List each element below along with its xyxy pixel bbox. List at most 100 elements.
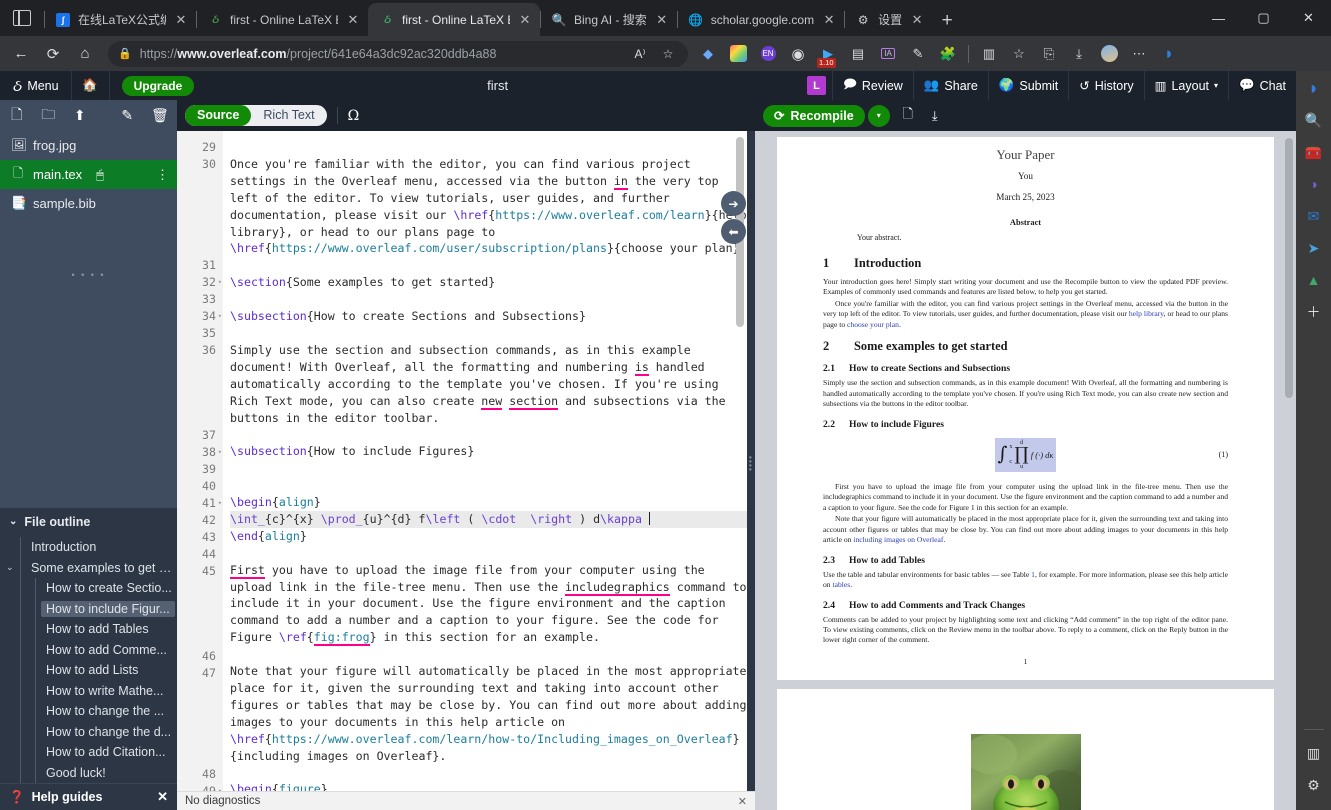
review-button[interactable]: 🗩 Review [831, 71, 913, 100]
gear-icon[interactable]: ⚙ [1301, 772, 1327, 798]
outlook-icon[interactable]: ✉ [1301, 203, 1327, 229]
shield-icon[interactable]: ◆ [694, 40, 722, 68]
video-icon[interactable]: ▶ 1.10 [814, 40, 842, 68]
window-close-button[interactable]: ✕ [1286, 1, 1331, 35]
download-pdf-icon[interactable]: ⤓ [926, 108, 944, 124]
close-icon[interactable]: ✕ [738, 795, 747, 808]
home-button[interactable]: 🏠 [72, 71, 110, 100]
tab-close-icon[interactable]: ✕ [345, 12, 361, 28]
outline-item-add-comments[interactable]: How to add Comme... [0, 639, 177, 661]
split-screen-icon[interactable]: ▥ [975, 40, 1003, 68]
office-icon[interactable]: ◑ [1301, 171, 1327, 197]
telegram-icon[interactable]: ➤ [1301, 235, 1327, 261]
minimize-button[interactable]: — [1196, 1, 1241, 35]
history-button[interactable]: ↺ History [1068, 71, 1143, 100]
code-line-33[interactable] [230, 291, 747, 308]
outline-item-write-mathematics[interactable]: How to write Mathe... [0, 680, 177, 702]
pdf-vertical-scrollbar[interactable] [1285, 138, 1293, 398]
symbol-palette-button[interactable]: Ω [348, 108, 360, 124]
code-line-36[interactable]: Simply use the section and subsection co… [230, 342, 747, 427]
pdf-link-including-images[interactable]: including images on Overleaf [853, 535, 943, 544]
chat-button[interactable]: 💬 Chat [1228, 71, 1296, 100]
translate-icon[interactable]: EN [754, 40, 782, 68]
help-guides-bar[interactable]: ❓ Help guides ✕ [0, 783, 177, 810]
code-line-44[interactable] [230, 545, 747, 562]
outline-item-add-tables[interactable]: How to add Tables [0, 619, 177, 640]
collections-icon[interactable]: ▤ [844, 40, 872, 68]
split-screen-icon[interactable]: ▥ [1301, 740, 1327, 766]
code-line-32[interactable]: \section{Some examples to get started} [230, 274, 747, 291]
home-button[interactable]: ⌂ [70, 40, 100, 68]
editor-pdf-splitter[interactable]: • • • • ➔ ⬅ [721, 131, 755, 791]
code-line-48[interactable] [230, 765, 747, 782]
tab-close-icon[interactable]: ✕ [654, 12, 670, 28]
code-line-39[interactable] [230, 460, 747, 477]
new-file-icon[interactable]: 🗋 [9, 104, 25, 128]
tab-close-icon[interactable]: ✕ [821, 12, 837, 28]
delete-icon[interactable]: 🗑 [151, 107, 169, 124]
profile-icon[interactable] [1095, 40, 1123, 68]
file-item-sample-bib[interactable]: 📑 sample.bib [0, 189, 177, 218]
pen-icon[interactable]: ✎ [904, 40, 932, 68]
outline-item-change-the-2[interactable]: How to change the d... [0, 721, 177, 743]
fold-caret-icon[interactable]: ▾ [218, 783, 222, 791]
ia-icon[interactable]: IA [874, 40, 902, 68]
rename-icon[interactable]: ✎ [120, 107, 136, 124]
outline-item-good-luck[interactable]: Good luck! [0, 762, 177, 784]
outline-item-create-sections[interactable]: How to create Sectio... [0, 578, 177, 599]
downloads-icon[interactable]: ⤓ [1065, 40, 1093, 68]
dropbox-icon[interactable]: ▲ [1301, 267, 1327, 293]
colors-icon[interactable] [724, 40, 752, 68]
fold-caret-icon[interactable]: ▾ [218, 444, 222, 461]
browser-tab-4[interactable]: 🌐 scholar.google.com ✕ [676, 3, 844, 36]
code-line-35[interactable] [230, 325, 747, 342]
browser-tab-5[interactable]: ⚙ 设置 ✕ [844, 3, 932, 36]
tools-icon[interactable]: 🧰 [1301, 139, 1327, 165]
favorites-list-icon[interactable]: ☆ [1005, 40, 1033, 68]
new-folder-icon[interactable]: 🗀 [41, 104, 57, 128]
outline-item-include-figures[interactable]: How to include Figur... [0, 598, 177, 620]
log-file-icon[interactable]: 🗋 [899, 105, 917, 127]
collections-add-icon[interactable]: ⎘ [1035, 40, 1063, 68]
tab-close-icon[interactable]: ✕ [909, 12, 925, 28]
code-line-34[interactable]: \subsection{How to create Sections and S… [230, 308, 747, 325]
new-tab-button[interactable]: + [932, 6, 962, 36]
code-content[interactable]: Once you're familiar with the editor, yo… [223, 131, 747, 791]
upgrade-button[interactable]: Upgrade [121, 75, 195, 96]
read-aloud-icon[interactable]: A⁾ [630, 40, 650, 68]
copilot-icon[interactable]: ◗ [1301, 75, 1327, 101]
browser-tab-1[interactable]: ઠ first - Online LaTeX Editor O ✕ [196, 3, 368, 36]
code-line-42[interactable]: \int_{c}^{x} \prod_{u}^{d} f\left ( \cdo… [230, 510, 747, 528]
pdf-scroll-area[interactable]: Your Paper You March 25, 2023 Abstract Y… [755, 131, 1296, 810]
recompile-options-button[interactable]: ▾ [867, 104, 890, 127]
favorites-icon[interactable]: ☆ [658, 40, 678, 68]
outline-item-change-the-1[interactable]: How to change the ... [0, 701, 177, 722]
maximize-button[interactable]: ▢ [1241, 1, 1286, 35]
sync-to-pdf-button[interactable]: ➔ [721, 191, 746, 216]
code-line-30[interactable]: Once you're familiar with the editor, yo… [230, 156, 747, 257]
search-icon[interactable]: 🔍 [1301, 107, 1327, 133]
editor-mode-toggle[interactable]: Source Rich Text [185, 105, 327, 126]
code-line-29[interactable] [230, 139, 747, 156]
browser-tab-3[interactable]: 🔍 Bing AI - 搜索 ✕ [540, 3, 677, 36]
code-line-47[interactable]: Note that your figure will automatically… [230, 663, 747, 764]
close-icon[interactable]: ✕ [157, 789, 168, 805]
chrome-icon[interactable]: ◉ [784, 40, 812, 68]
chevron-down-icon[interactable]: ⌄ [6, 562, 14, 573]
code-line-43[interactable]: \end{align} [230, 528, 747, 545]
puzzle-icon[interactable]: 🧩 [934, 40, 962, 68]
pdf-link-help-library[interactable]: help library [1129, 309, 1164, 318]
sidebar-resize-handle[interactable]: • • • • [71, 270, 105, 280]
code-line-38[interactable]: \subsection{How to include Figures} [230, 443, 747, 460]
code-line-40[interactable] [230, 477, 747, 494]
code-line-41[interactable]: \begin{align} [230, 494, 747, 511]
outline-item-add-citations[interactable]: How to add Citation... [0, 742, 177, 763]
submit-button[interactable]: 🌍 Submit [987, 71, 1068, 100]
copilot-icon[interactable]: ◗ [1155, 40, 1183, 68]
user-avatar[interactable]: L [801, 71, 832, 100]
tab-rich-text[interactable]: Rich Text [251, 105, 326, 126]
tab-overview-button[interactable] [0, 0, 44, 36]
share-button[interactable]: 👥 Share [912, 71, 988, 100]
tab-source[interactable]: Source [185, 105, 252, 126]
address-bar[interactable]: 🔒 https://www.overleaf.com/project/641e6… [108, 40, 688, 68]
